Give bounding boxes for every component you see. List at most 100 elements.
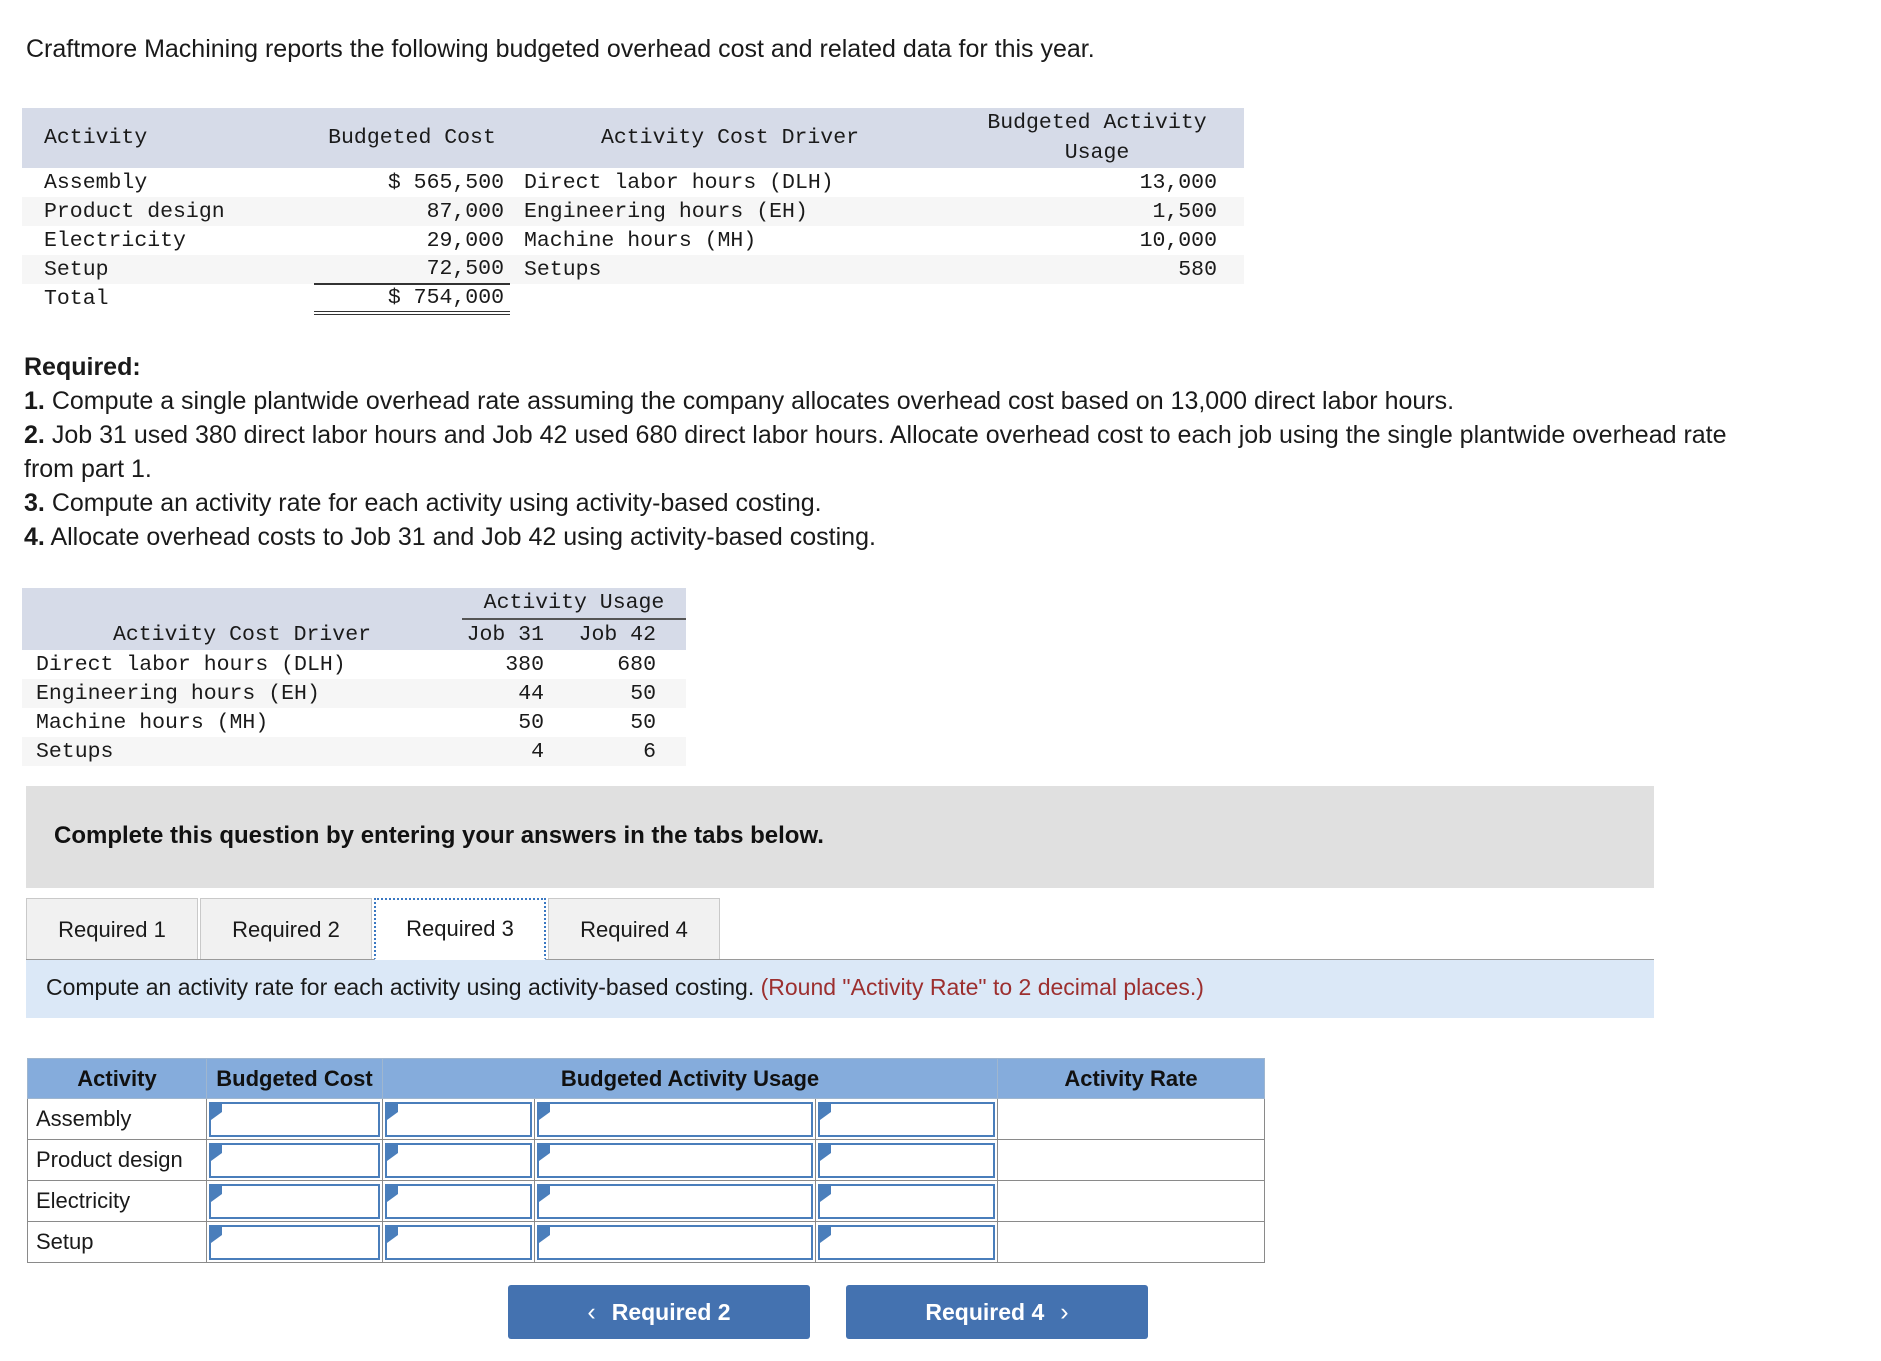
input-budgeted-cost-setup[interactable] [206, 1221, 383, 1263]
input-box[interactable] [818, 1183, 995, 1219]
input-box[interactable] [209, 1183, 380, 1219]
required-item-number: 1. [24, 387, 45, 415]
input-box[interactable] [209, 1101, 380, 1137]
cell-activity: Product design [44, 199, 225, 224]
dropdown-flag-icon [211, 1103, 222, 1120]
overhead-data-table: Activity Budgeted Cost Activity Cost Dri… [22, 108, 1244, 315]
input-budgeted-cost-electricity[interactable] [206, 1180, 383, 1222]
cell-usage: 10,000 [1139, 228, 1217, 253]
input-usage-b-setup[interactable] [534, 1221, 816, 1263]
input-box[interactable] [537, 1183, 813, 1219]
cell-total-driver [510, 284, 950, 313]
input-usage-a-product-design[interactable] [382, 1139, 535, 1181]
required-item-text: Compute an activity rate for each activi… [51, 489, 822, 517]
input-usage-b-electricity[interactable] [534, 1180, 816, 1222]
cell-total-usage [950, 284, 1244, 313]
answer-row-electricity: Electricity [27, 1180, 1265, 1222]
required-heading: Required: [24, 353, 141, 381]
input-usage-b-product-design[interactable] [534, 1139, 816, 1181]
dropdown-flag-icon [539, 1226, 550, 1243]
next-required-label: Required 4 [925, 1298, 1045, 1325]
cell-activity: Setup [44, 257, 109, 282]
row-label-electricity: Electricity [27, 1180, 207, 1222]
cell-cost: 29,000 [426, 228, 504, 253]
header-activity: Activity [22, 108, 314, 168]
input-box[interactable] [818, 1142, 995, 1178]
tab-label: Required 3 [406, 916, 514, 941]
required-item-1: 1. Compute a single plantwide overhead r… [24, 384, 1744, 418]
table-row: Direct labor hours (DLH) 380 680 [22, 650, 686, 679]
input-budgeted-cost-assembly[interactable] [206, 1098, 383, 1140]
cell-activity: Electricity [44, 228, 186, 253]
input-usage-a-electricity[interactable] [382, 1180, 535, 1222]
complete-question-banner: Complete this question by entering your … [26, 786, 1654, 888]
dropdown-flag-icon [539, 1185, 550, 1202]
tab-label: Required 1 [58, 916, 166, 942]
header-budgeted-cost: Budgeted Cost [314, 108, 510, 168]
input-budgeted-cost-product-design[interactable] [206, 1139, 383, 1181]
tab-label: Required 2 [232, 916, 340, 942]
chevron-right-icon: › [1060, 1297, 1069, 1326]
cell-total-cost: $ 754,000 [314, 284, 510, 315]
input-usage-b-assembly[interactable] [534, 1098, 816, 1140]
cell-cost: 72,500 [314, 255, 510, 285]
prev-required-button[interactable]: ‹ Required 2 [508, 1285, 810, 1339]
required-item-number: 2. [24, 421, 45, 449]
input-usage-c-product-design[interactable] [815, 1139, 998, 1181]
input-usage-c-assembly[interactable] [815, 1098, 998, 1140]
answer-row-setup: Setup [27, 1221, 1265, 1263]
prev-required-label: Required 2 [611, 1298, 731, 1325]
cell-job31: 44 [518, 681, 544, 706]
input-usage-a-setup[interactable] [382, 1221, 535, 1263]
input-box[interactable] [385, 1224, 532, 1260]
instruction-text-wrap: Compute an activity rate for each activi… [46, 974, 1204, 1001]
input-box[interactable] [537, 1101, 813, 1137]
input-box[interactable] [537, 1224, 813, 1260]
next-required-button[interactable]: Required 4 › [846, 1285, 1148, 1339]
tab-required-4[interactable]: Required 4 [548, 898, 720, 960]
input-usage-c-setup[interactable] [815, 1221, 998, 1263]
cell-activity: Assembly [44, 170, 148, 195]
input-box[interactable] [209, 1142, 380, 1178]
group-header-activity-usage: Activity Usage [462, 588, 686, 620]
required-item-text: Job 31 used 380 direct labor hours and J… [24, 421, 1727, 483]
input-box[interactable] [537, 1142, 813, 1178]
table-row: Product design 87,000 Engineering hours … [22, 197, 1244, 226]
input-box[interactable] [385, 1142, 532, 1178]
cell-driver: Direct labor hours (DLH) [524, 170, 834, 195]
header-job-31: Job 31 [462, 619, 574, 650]
instruction-bar: Compute an activity rate for each activi… [26, 960, 1654, 1018]
dropdown-flag-icon [211, 1185, 222, 1202]
cell-job42: 50 [630, 710, 656, 735]
input-box[interactable] [385, 1101, 532, 1137]
tab-required-3[interactable]: Required 3 [374, 898, 546, 960]
input-box[interactable] [818, 1224, 995, 1260]
cell-job31: 4 [531, 739, 544, 764]
dropdown-flag-icon [387, 1103, 398, 1120]
table-row: Machine hours (MH) 50 50 [22, 708, 686, 737]
answer-header-row: Activity Budgeted Cost Budgeted Activity… [27, 1058, 1265, 1099]
cell-job42: 50 [630, 681, 656, 706]
input-box[interactable] [385, 1183, 532, 1219]
cell-usage: 1,500 [1152, 199, 1217, 224]
input-usage-a-assembly[interactable] [382, 1098, 535, 1140]
dropdown-flag-icon [820, 1144, 831, 1161]
banner-text: Complete this question by entering your … [54, 822, 824, 849]
table-total-row: Total $ 754,000 [22, 284, 1244, 315]
tab-required-2[interactable]: Required 2 [200, 898, 372, 960]
cell-driver: Machine hours (MH) [524, 228, 757, 253]
cell-job42: 680 [617, 652, 656, 677]
required-tabstrip: Required 1 Required 2 Required 3 Require… [26, 898, 722, 960]
input-box[interactable] [818, 1101, 995, 1137]
answer-row-product-design: Product design [27, 1139, 1265, 1181]
input-usage-c-electricity[interactable] [815, 1180, 998, 1222]
dropdown-flag-icon [387, 1226, 398, 1243]
chevron-left-icon: ‹ [587, 1297, 596, 1326]
cell-job31: 50 [518, 710, 544, 735]
input-box[interactable] [209, 1224, 380, 1260]
cell-job31: 380 [505, 652, 544, 677]
row-label-assembly: Assembly [27, 1098, 207, 1140]
tab-required-1[interactable]: Required 1 [26, 898, 198, 960]
required-item-text: Compute a single plantwide overhead rate… [51, 387, 1455, 415]
job-usage-table: Activity Usage Activity Cost Driver Job … [22, 588, 686, 766]
